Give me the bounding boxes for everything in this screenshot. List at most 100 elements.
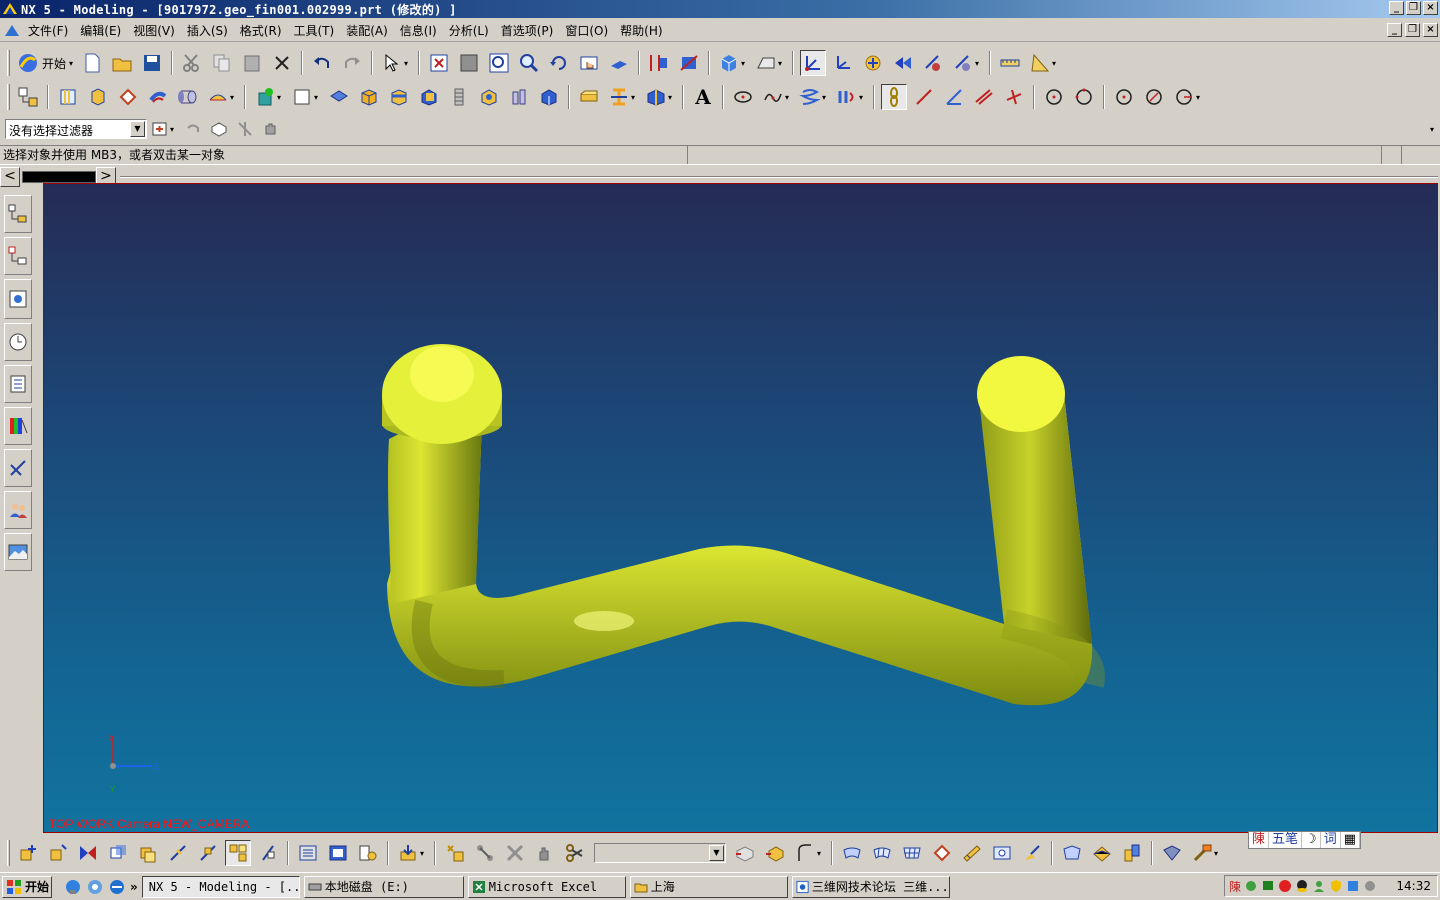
surface-2-icon[interactable] [869, 840, 895, 866]
cube-icon[interactable] [356, 84, 382, 110]
wcs-dynamics-icon[interactable] [860, 50, 886, 76]
wcs-save-icon[interactable] [950, 50, 976, 76]
sheet-metal-3-icon[interactable] [1119, 840, 1145, 866]
block-icon[interactable] [326, 84, 352, 110]
sphere-icon[interactable] [446, 84, 472, 110]
surface-trim-icon[interactable] [959, 840, 985, 866]
constraint-navigator-tab[interactable] [4, 237, 32, 275]
new-component-icon[interactable] [45, 840, 71, 866]
line-icon[interactable] [911, 84, 937, 110]
menu-assemblies[interactable]: 装配(A) [340, 22, 394, 39]
graphics-window[interactable]: X Z Y TOP WORK Camera NEW_CAMERA [43, 183, 1438, 833]
deselect-icon[interactable] [182, 116, 204, 142]
assembly-navigator-tab[interactable] [4, 195, 32, 233]
part-tab[interactable] [22, 171, 96, 183]
menu-view[interactable]: 视图(V) [127, 22, 181, 39]
menu-information[interactable]: 信息(I) [394, 22, 443, 39]
extrude-icon[interactable] [85, 84, 111, 110]
groove-icon[interactable] [606, 84, 632, 110]
filter-bar-expand[interactable]: ▾ [1430, 125, 1434, 134]
exploded-view-icon[interactable] [195, 840, 221, 866]
menu-help[interactable]: 帮助(H) [614, 22, 668, 39]
tray-tool-icon[interactable] [1244, 879, 1258, 893]
doc-restore-button[interactable]: ❐ [1405, 23, 1420, 37]
circle-center-icon[interactable] [1041, 84, 1067, 110]
system-materials-tab[interactable] [4, 491, 32, 529]
surface-brush-icon[interactable] [1019, 840, 1045, 866]
render-style-dropdown[interactable]: ▾ [741, 59, 749, 68]
helix-icon[interactable] [797, 84, 823, 110]
ime-wubi[interactable]: 五笔 [1269, 832, 1303, 848]
filter-dropdown[interactable]: ▾ [170, 125, 178, 134]
pocket-icon[interactable] [536, 84, 562, 110]
cut-icon[interactable] [179, 50, 205, 76]
sheet-metal-1-icon[interactable] [1059, 840, 1085, 866]
arc-dropdown[interactable]: ▾ [1196, 93, 1204, 102]
sheet-metal-2-icon[interactable] [1089, 840, 1115, 866]
restore-view-icon[interactable] [676, 50, 702, 76]
pattern-icon[interactable] [643, 84, 669, 110]
save-icon[interactable] [139, 50, 165, 76]
ime-word[interactable]: 词 [1321, 832, 1341, 848]
tray-antivirus-icon[interactable] [1278, 879, 1292, 893]
perpendicular-line-icon[interactable] [1001, 84, 1027, 110]
visible-in-view-icon[interactable] [325, 840, 351, 866]
hole-icon[interactable] [476, 84, 502, 110]
tray-volume-icon[interactable] [1363, 879, 1377, 893]
wcs-origin-icon[interactable] [890, 50, 916, 76]
orient-view-icon[interactable] [646, 50, 672, 76]
history-tab[interactable] [4, 323, 32, 361]
ime-moon[interactable]: ☽ [1302, 832, 1321, 848]
tab-scroll-left-button[interactable]: < [0, 167, 20, 187]
sketch-icon[interactable] [55, 84, 81, 110]
parallel-line-icon[interactable] [971, 84, 997, 110]
taskbar-item-forum[interactable]: 三维网技术论坛 三维... [791, 875, 950, 898]
perspective-icon[interactable] [606, 50, 632, 76]
scissors-icon[interactable] [562, 840, 588, 866]
orient-dropdown[interactable]: ▾ [778, 59, 786, 68]
wcs-rotate-icon[interactable] [920, 50, 946, 76]
tray-qq-icon[interactable] [1295, 879, 1309, 893]
toolbar-grip[interactable] [7, 50, 10, 76]
groove-dropdown[interactable]: ▾ [631, 93, 639, 102]
menu-insert[interactable]: 插入(S) [181, 22, 234, 39]
start-button[interactable]: 开始 [2, 875, 52, 898]
layer-dropdown[interactable]: ▾ [420, 849, 428, 858]
offset-dropdown[interactable]: ▾ [859, 93, 867, 102]
undo-icon[interactable] [309, 50, 335, 76]
quick-launch-more[interactable]: » [130, 880, 138, 894]
select-dropdown[interactable]: ▾ [404, 59, 412, 68]
wireframe-view-icon[interactable] [753, 50, 779, 76]
point-icon[interactable] [252, 84, 278, 110]
more-tools-dropdown[interactable]: ▾ [1214, 849, 1222, 858]
web-browser-tab[interactable] [4, 407, 32, 445]
menu-format[interactable]: 格式(R) [234, 22, 288, 39]
type-filter-icon[interactable] [149, 116, 171, 142]
select-face-icon[interactable] [208, 116, 230, 142]
revolve-icon[interactable] [115, 84, 141, 110]
tray-ime-indicator[interactable]: 陳 [1229, 878, 1241, 895]
fit-view-icon[interactable] [426, 50, 452, 76]
snap-hand-icon[interactable] [260, 116, 282, 142]
datum-plane-icon[interactable] [289, 84, 315, 110]
spline-icon[interactable] [760, 84, 786, 110]
layer-settings-icon[interactable] [295, 840, 321, 866]
component-filter-icon[interactable] [225, 840, 251, 866]
grab-icon[interactable] [532, 840, 558, 866]
surface-offset-icon[interactable] [929, 840, 955, 866]
point-dropdown[interactable]: ▾ [277, 93, 285, 102]
text-icon[interactable]: A [690, 84, 716, 110]
tray-user-icon[interactable] [1312, 879, 1326, 893]
taskbar-item-excel[interactable]: Microsoft Excel [467, 875, 626, 898]
browser-icon[interactable] [108, 878, 126, 896]
toolbar-grip-3[interactable] [7, 840, 10, 866]
cone-icon[interactable] [416, 84, 442, 110]
analysis-dropdown[interactable]: ▾ [1052, 59, 1060, 68]
select-icon[interactable] [379, 50, 405, 76]
start-menu-button[interactable]: 开始 ▾ [13, 52, 77, 74]
arc-radius-icon[interactable] [1171, 84, 1197, 110]
new-file-icon[interactable] [79, 50, 105, 76]
zoom-icon[interactable] [486, 50, 512, 76]
wcs-icon[interactable] [800, 50, 827, 76]
wcs-orient-icon[interactable] [830, 50, 856, 76]
